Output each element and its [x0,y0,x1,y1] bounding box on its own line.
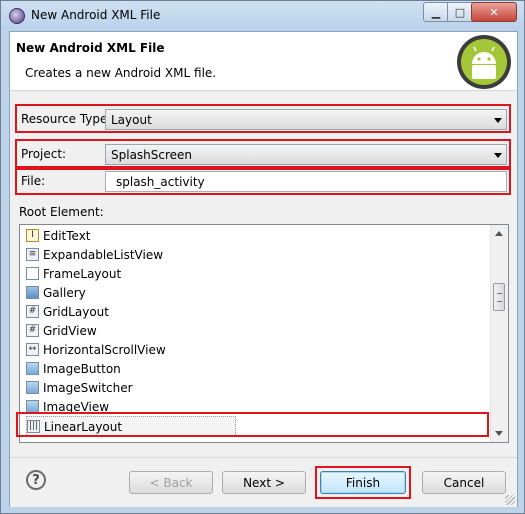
android-logo-icon [457,35,511,89]
grid-icon: # [26,305,39,318]
list-item[interactable]: FrameLayout [26,264,121,283]
dialog-window: New Android XML File ▁ □ ✕ New Android X… [0,0,525,514]
minimize-button[interactable]: ▁ [423,2,449,22]
list-icon: ≡ [26,248,39,261]
list-item-label: EditText [43,228,91,243]
grid-icon: # [26,324,39,337]
title-bar[interactable]: New Android XML File ▁ □ ✕ [1,1,524,31]
list-scrollbar[interactable] [490,225,508,442]
dialog-content: New Android XML File Creates a new Andro… [9,31,518,507]
list-item[interactable]: # GridView [26,321,97,340]
image-icon [26,362,39,375]
root-element-label: Root Element: [19,205,104,219]
list-item-label: ExpandableListView [43,247,164,262]
wizard-title: New Android XML File [16,41,165,55]
button-bar: ? < Back Next > Finish Cancel [10,457,517,507]
list-item-label: FrameLayout [43,266,122,281]
resize-grip-icon[interactable] [505,495,515,505]
scroll-thumb[interactable] [493,283,505,311]
close-icon: ✕ [489,5,499,19]
frame-icon [26,267,39,280]
list-item[interactable]: ≡ ExpandableListView [26,245,163,264]
wizard-header: New Android XML File Creates a new Andro… [10,32,517,91]
list-item[interactable]: # GridLayout [26,302,109,321]
help-icon[interactable]: ? [26,470,46,490]
chevron-down-icon [494,118,502,123]
list-item-label: HorizontalScrollView [43,342,166,357]
file-name-input[interactable]: splash_activity [105,171,507,192]
next-button[interactable]: Next > [222,471,306,494]
cancel-button[interactable]: Cancel [422,471,506,494]
list-item[interactable]: Gallery [26,283,86,302]
file-label: File: [21,174,46,188]
eclipse-app-icon [9,8,25,24]
resource-type-select[interactable]: Layout [105,109,507,130]
list-item-label: Gallery [43,285,86,300]
gallery-icon [26,286,39,299]
resource-type-value: Layout [111,113,152,127]
list-item-label: GridView [43,323,97,338]
window-title: New Android XML File [31,8,161,22]
maximize-icon: □ [454,5,466,19]
list-item[interactable]: I EditText [26,226,91,245]
project-label: Project: [21,147,67,161]
list-item[interactable]: ↔ HorizontalScrollView [26,340,166,359]
close-button[interactable]: ✕ [471,2,517,22]
scroll-up-icon[interactable] [495,231,503,236]
minimize-icon: ▁ [431,5,441,19]
file-name-value: splash_activity [116,175,205,189]
edittext-icon: I [26,229,39,242]
chevron-down-icon [494,153,502,158]
wizard-description: Creates a new Android XML file. [25,66,217,80]
back-button[interactable]: < Back [129,471,213,494]
finish-button[interactable]: Finish [320,471,406,494]
list-item-label: ImageSwitcher [43,380,133,395]
root-element-list[interactable]: I EditText ≡ ExpandableListView FrameLay… [19,224,509,443]
resource-type-label: Resource Type: [21,112,112,126]
linear-layout-highlight [16,412,489,437]
list-item[interactable]: ImageSwitcher [26,378,133,397]
maximize-button[interactable]: □ [447,2,473,22]
hscroll-icon: ↔ [26,343,39,356]
project-value: SplashScreen [111,148,193,162]
image-icon [26,381,39,394]
list-item-label: GridLayout [43,304,109,319]
list-item[interactable]: ImageButton [26,359,121,378]
list-item-label: ImageButton [43,361,121,376]
scroll-down-icon[interactable] [495,431,503,436]
project-select[interactable]: SplashScreen [105,144,507,165]
